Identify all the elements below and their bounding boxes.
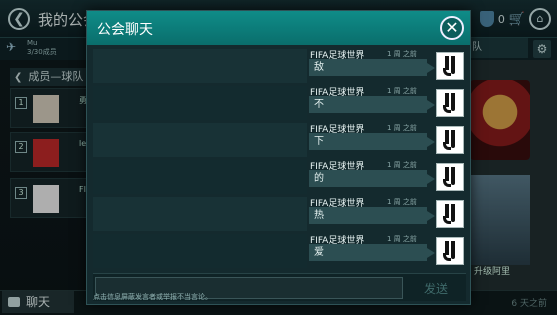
close-icon[interactable]: ✕ <box>440 16 464 40</box>
message-row-background <box>93 86 307 120</box>
report-hint-text: 点击信息屏蔽发言者或举报不当言论。 <box>93 293 212 301</box>
message-bubble: 下 <box>309 133 435 150</box>
dialog-title: 公会聊天 <box>97 22 153 38</box>
message-time: 1 周 之前 <box>387 87 417 95</box>
message-bubble: 敌 <box>309 59 435 76</box>
message-time: 1 周 之前 <box>387 161 417 169</box>
chat-message[interactable]: FIFA足球世界 1 周 之前 热 <box>93 197 466 231</box>
message-bubble: 不 <box>309 96 435 113</box>
chat-message[interactable]: FIFA足球世界 1 周 之前 下 <box>93 123 466 157</box>
message-row-background <box>93 123 307 157</box>
chat-message[interactable]: FIFA足球世界 1 周 之前 的 <box>93 160 466 194</box>
juventus-logo-icon[interactable] <box>436 163 464 191</box>
message-row-background <box>93 197 307 231</box>
message-time: 1 周 之前 <box>387 235 417 243</box>
message-time: 1 周 之前 <box>387 198 417 206</box>
message-list[interactable]: FIFA足球世界 1 周 之前 敌 FIFA足球世界 1 周 之前 不 FIFA… <box>93 49 466 273</box>
juventus-logo-icon[interactable] <box>436 126 464 154</box>
juventus-logo-icon[interactable] <box>436 52 464 80</box>
chat-message[interactable]: FIFA足球世界 1 周 之前 敌 <box>93 49 466 83</box>
app-screen: ❮ 我的公会 0 🛒 ⌂ ✈ Mu 3/30成员 队 ⚙ ❮ 成员—球队 1 勇 … <box>0 0 557 315</box>
message-row-background <box>93 234 307 268</box>
message-time: 1 周 之前 <box>387 124 417 132</box>
guild-chat-dialog: 公会聊天 ✕ FIFA足球世界 1 周 之前 敌 FIFA足球世界 1 周 之前… <box>86 10 471 305</box>
message-row-background <box>93 49 307 83</box>
dialog-header: 公会聊天 ✕ <box>87 11 470 45</box>
chat-message[interactable]: FIFA足球世界 1 周 之前 爱 <box>93 234 466 268</box>
message-bubble: 爱 <box>309 244 435 261</box>
juventus-logo-icon[interactable] <box>436 237 464 265</box>
message-bubble: 的 <box>309 170 435 187</box>
juventus-logo-icon[interactable] <box>436 89 464 117</box>
juventus-logo-icon[interactable] <box>436 200 464 228</box>
message-time: 1 周 之前 <box>387 50 417 58</box>
send-button[interactable]: 发送 <box>409 277 463 299</box>
chat-message[interactable]: FIFA足球世界 1 周 之前 不 <box>93 86 466 120</box>
message-row-background <box>93 160 307 194</box>
message-bubble: 热 <box>309 207 435 224</box>
